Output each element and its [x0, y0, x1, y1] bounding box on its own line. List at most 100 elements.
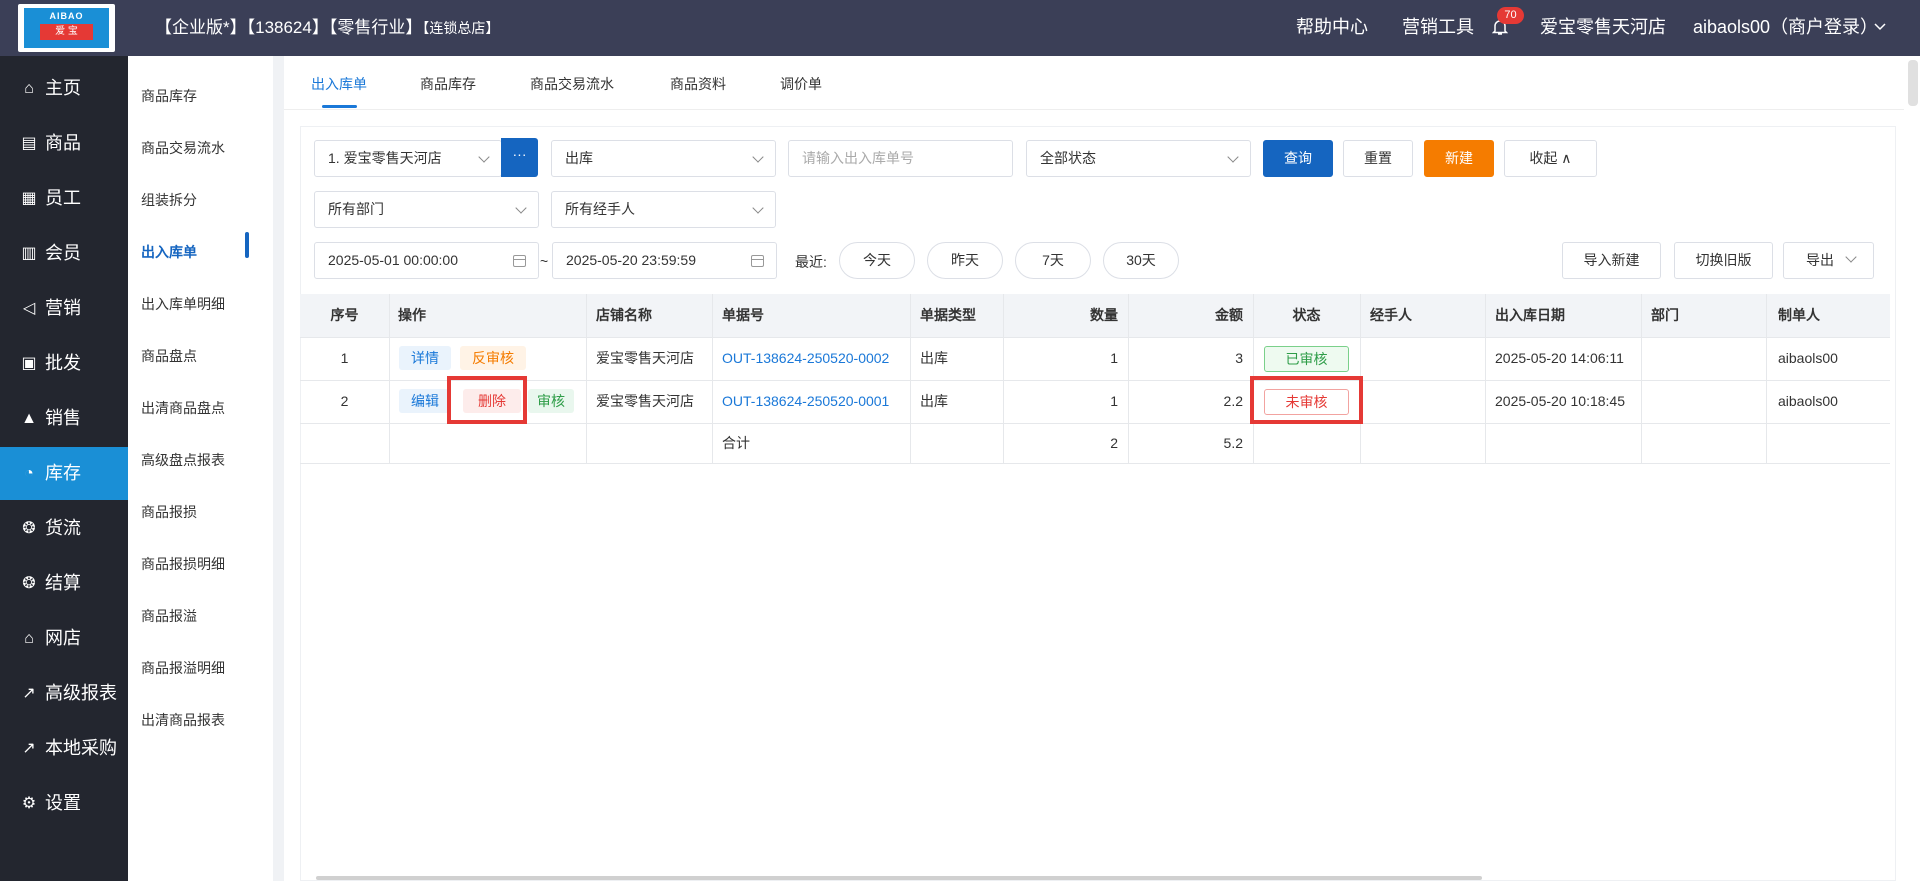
bill-number-link[interactable]: OUT-138624-250520-0001 [722, 391, 889, 411]
column-header: 数量 [1003, 294, 1128, 337]
department-select[interactable]: 所有部门 [314, 191, 539, 228]
nav-inventory[interactable]: ◔ 库存 [0, 447, 128, 500]
aibao-logo[interactable]: AIBAO 爱 宝 [18, 4, 115, 52]
status-select[interactable]: 全部状态 [1026, 140, 1251, 177]
submenu-item[interactable]: 商品报损 [141, 502, 197, 522]
tab-stock-bills[interactable]: 出入库单 [311, 74, 367, 94]
tab-underline [322, 105, 357, 108]
bill-number-link[interactable]: OUT-138624-250520-0002 [722, 348, 889, 368]
gift-icon: ⌂ [24, 630, 34, 647]
store-picker-button[interactable]: ··· [501, 138, 538, 177]
submenu-item[interactable]: 高级盘点报表 [141, 450, 225, 470]
nav-settings[interactable]: ⚙ 设置 [0, 777, 128, 830]
home-icon: ⌂ [24, 80, 34, 97]
bill-type-value: 出库 [565, 150, 593, 166]
nav-label: 会员 [45, 243, 81, 263]
export-button[interactable]: 导出 [1783, 242, 1874, 279]
nav-local-purchase[interactable]: ↗ 本地采购 [0, 722, 128, 775]
recent-label: 最近: [795, 254, 827, 270]
title-main: 【企业版*】【138624】【零售行业】 [155, 18, 423, 37]
nav-goods[interactable]: ▤ 商品 [0, 117, 128, 170]
user-menu[interactable]: aibaols00（商户登录） [1693, 0, 1878, 54]
app: AIBAO 爱 宝 【企业版*】【138624】【零售行业】【连锁总店】 帮助中… [0, 0, 1920, 881]
submenu-item-active[interactable]: 出入库单 [141, 242, 197, 262]
stock-date: 2025-05-20 14:06:11 [1495, 350, 1624, 366]
chevron-down-icon [515, 202, 527, 214]
bill-number-input[interactable]: 请输入出入库单号 [788, 140, 1013, 177]
nav-label: 设置 [45, 793, 81, 813]
store-select-value: 1. 爱宝零售天河店 [328, 150, 442, 166]
inventory-submenu: 商品库存 商品交易流水 组装拆分 出入库单 出入库单明细 商品盘点 出清商品盘点… [128, 56, 273, 881]
nav-label: 本地采购 [45, 738, 117, 758]
cube-icon: ❂ [22, 520, 36, 537]
tab-products[interactable]: 商品资料 [670, 74, 726, 94]
nav-logistics[interactable]: ❂ 货流 [0, 502, 128, 555]
import-new-button[interactable]: 导入新建 [1562, 242, 1661, 279]
horizontal-scrollbar[interactable] [316, 876, 1482, 880]
chevron-down-icon [1845, 251, 1857, 263]
nav-sales[interactable]: ▲ 销售 [0, 392, 128, 445]
detail-button[interactable]: 详情 [399, 346, 451, 370]
marketing-tools-link[interactable]: 营销工具 [1402, 0, 1474, 54]
nav-settlement[interactable]: ❂ 结算 [0, 557, 128, 610]
column-header: 经手人 [1360, 294, 1485, 337]
logo-text: AIBAO [49, 11, 84, 21]
tab-stock[interactable]: 商品库存 [420, 74, 476, 94]
bill-type-select[interactable]: 出库 [551, 140, 776, 177]
date-to-input[interactable]: 2025-05-20 23:59:59 [552, 242, 777, 279]
nav-online-store[interactable]: ⌂ 网店 [0, 612, 128, 665]
column-divider [910, 294, 911, 464]
current-store[interactable]: 爱宝零售天河店 [1540, 0, 1666, 54]
approve-button[interactable]: 审核 [528, 389, 574, 413]
active-indicator [245, 232, 249, 258]
tab-price-adjust[interactable]: 调价单 [780, 74, 822, 94]
collapse-button[interactable]: 收起 ∧ [1504, 140, 1597, 177]
submenu-item[interactable]: 出清商品盘点 [141, 398, 225, 418]
reset-button[interactable]: 重置 [1343, 140, 1413, 177]
unapprove-button[interactable]: 反审核 [460, 346, 526, 370]
submenu-item[interactable]: 出入库单明细 [141, 294, 225, 314]
nav-advanced-reports[interactable]: ↗ 高级报表 [0, 667, 128, 720]
submenu-item[interactable]: 商品报损明细 [141, 554, 225, 574]
help-center-link[interactable]: 帮助中心 [1296, 0, 1368, 54]
store-select[interactable]: 1. 爱宝零售天河店 [314, 140, 502, 177]
column-header: 操作 [389, 294, 586, 337]
submenu-item[interactable]: 组装拆分 [141, 190, 197, 210]
nav-marketing[interactable]: ◁ 营销 [0, 282, 128, 335]
quantity: 1 [1110, 350, 1118, 366]
submenu-item[interactable]: 商品库存 [141, 86, 197, 106]
switch-old-button[interactable]: 切换旧版 [1674, 242, 1773, 279]
submenu-item[interactable]: 商品报溢明细 [141, 658, 225, 678]
submenu-item[interactable]: 商品交易流水 [141, 138, 225, 158]
recent-30days-button[interactable]: 30天 [1103, 242, 1179, 279]
nav-wholesale[interactable]: ▣ 批发 [0, 337, 128, 390]
amount: 3 [1235, 350, 1243, 366]
status-badge: 已审核 [1264, 346, 1349, 372]
goods-icon: ▤ [21, 135, 37, 152]
submenu-item[interactable]: 出清商品报表 [141, 710, 225, 730]
vertical-scrollbar[interactable] [1908, 60, 1918, 106]
nav-members[interactable]: ▥ 会员 [0, 227, 128, 280]
nav-staff[interactable]: ▦ 员工 [0, 172, 128, 225]
date-from-input[interactable]: 2025-05-01 00:00:00 [314, 242, 539, 279]
handler-select[interactable]: 所有经手人 [551, 191, 776, 228]
submenu-item[interactable]: 商品报溢 [141, 606, 197, 626]
recent-today-button[interactable]: 今天 [839, 242, 915, 279]
chevron-down-icon [752, 202, 764, 214]
row-divider [300, 380, 1890, 381]
recent-7days-button[interactable]: 7天 [1015, 242, 1091, 279]
logo-badge: AIBAO 爱 宝 [24, 8, 109, 48]
new-button[interactable]: 新建 [1424, 140, 1494, 177]
recent-yesterday-button[interactable]: 昨天 [927, 242, 1003, 279]
notification-badge: 70 [1497, 7, 1524, 24]
query-button[interactable]: 查询 [1263, 140, 1333, 177]
bill-type: 出库 [920, 350, 948, 366]
edit-button[interactable]: 编辑 [399, 389, 451, 413]
nav-home[interactable]: ⌂ 主页 [0, 62, 128, 115]
tab-transactions[interactable]: 商品交易流水 [530, 74, 614, 94]
chevron-down-icon[interactable] [1874, 22, 1886, 32]
submenu-item[interactable]: 商品盘点 [141, 346, 197, 366]
filter-panel [300, 126, 1896, 881]
trend-icon: ↗ [22, 740, 36, 757]
nav-label: 网店 [45, 628, 81, 648]
